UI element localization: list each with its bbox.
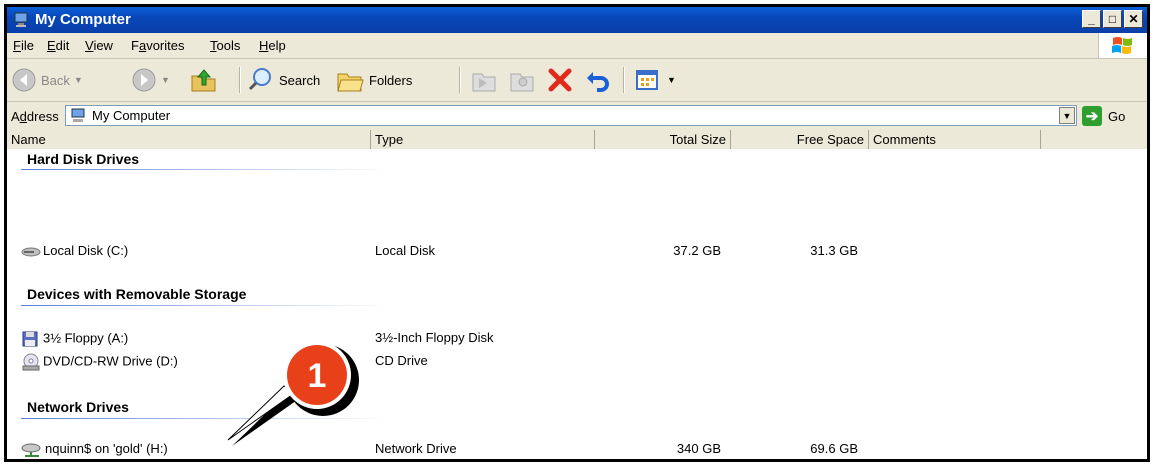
group-divider (21, 418, 391, 419)
column-header-row: Name Type Total Size Free Space Comments (7, 130, 1147, 150)
menu-tools[interactable]: Tools (210, 38, 240, 53)
windows-logo-icon (1098, 33, 1147, 58)
title-bar[interactable]: My Computer _ □ ✕ (7, 7, 1147, 33)
back-dropdown-icon[interactable]: ▼ (74, 75, 83, 85)
move-to-icon (472, 73, 496, 92)
list-item[interactable]: DVD/CD-RW Drive (D:) CD Drive (7, 351, 1147, 371)
menu-edit[interactable]: Edit (47, 38, 69, 53)
menu-bar: File Edit View Favorites Tools Help (7, 33, 1147, 59)
delete-x-icon (548, 68, 572, 92)
undo-icon (587, 72, 609, 92)
delete-button[interactable] (545, 65, 575, 95)
my-computer-icon (14, 12, 28, 27)
go-arrow-icon: ➔ (1082, 106, 1102, 126)
views-dropdown-icon[interactable]: ▼ (667, 75, 676, 85)
menu-favorites[interactable]: Favorites (131, 38, 184, 53)
back-button[interactable]: Back ▼ (11, 65, 83, 95)
views-icon (636, 70, 658, 90)
views-button[interactable]: ▼ (633, 65, 676, 95)
file-list: Hard Disk Drives Local Disk (C:) Local D… (7, 149, 1147, 459)
folders-button[interactable]: Folders (335, 65, 412, 95)
toolbar-separator (239, 67, 241, 93)
forward-dropdown-icon[interactable]: ▼ (161, 75, 170, 85)
undo-button[interactable] (583, 65, 613, 95)
forward-arrow-icon (132, 68, 156, 92)
my-computer-icon (71, 108, 85, 122)
list-item[interactable]: nquinn$ on 'gold' (H:) Network Drive 340… (7, 439, 1147, 459)
address-input[interactable]: My Computer ▼ (65, 105, 1077, 126)
explorer-window: My Computer _ □ ✕ File Edit View Favorit… (4, 4, 1150, 462)
minimize-button[interactable]: _ (1082, 10, 1101, 28)
column-comments[interactable]: Comments (869, 130, 1041, 149)
column-total-size[interactable]: Total Size (595, 130, 731, 149)
copy-to-icon (510, 73, 534, 92)
close-button[interactable]: ✕ (1124, 10, 1143, 28)
window-title: My Computer (35, 11, 131, 28)
go-button[interactable]: ➔ Go (1082, 105, 1125, 127)
menu-view[interactable]: View (85, 38, 113, 53)
search-button[interactable]: Search (247, 65, 320, 95)
copy-to-button[interactable] (507, 65, 537, 95)
menu-file[interactable]: File (13, 38, 34, 53)
group-header-network: Network Drives (27, 399, 129, 415)
column-name[interactable]: Name (7, 130, 371, 149)
hard-disk-icon (21, 247, 41, 257)
up-folder-icon (191, 69, 216, 92)
group-header-hard-disk: Hard Disk Drives (27, 151, 140, 167)
back-arrow-icon (12, 68, 36, 92)
list-item[interactable]: 3½ Floppy (A:) 3½-Inch Floppy Disk (7, 328, 1147, 348)
address-bar: Address My Computer ▼ ➔ Go (7, 102, 1147, 131)
menu-help[interactable]: Help (259, 38, 286, 53)
search-icon (248, 68, 271, 91)
folders-icon (337, 73, 364, 92)
move-to-button[interactable] (469, 65, 499, 95)
floppy-icon (22, 331, 38, 347)
group-divider (21, 305, 391, 306)
toolbar-separator (459, 67, 461, 93)
address-label: Address (11, 109, 59, 124)
group-header-removable: Devices with Removable Storage (27, 286, 247, 302)
up-folder-button[interactable] (189, 65, 219, 95)
cd-drive-icon (22, 353, 40, 371)
column-free-space[interactable]: Free Space (731, 130, 869, 149)
address-dropdown-button[interactable]: ▼ (1059, 107, 1075, 124)
group-divider (21, 169, 391, 170)
forward-button[interactable]: ▼ (131, 65, 170, 95)
maximize-button[interactable]: □ (1103, 10, 1122, 28)
column-type[interactable]: Type (371, 130, 595, 149)
list-item[interactable]: Local Disk (C:) Local Disk 37.2 GB 31.3 … (7, 241, 1147, 261)
network-drive-icon (21, 443, 41, 457)
standard-toolbar: Back ▼ ▼ Search Folders ▼ (7, 59, 1147, 102)
toolbar-separator (623, 67, 625, 93)
